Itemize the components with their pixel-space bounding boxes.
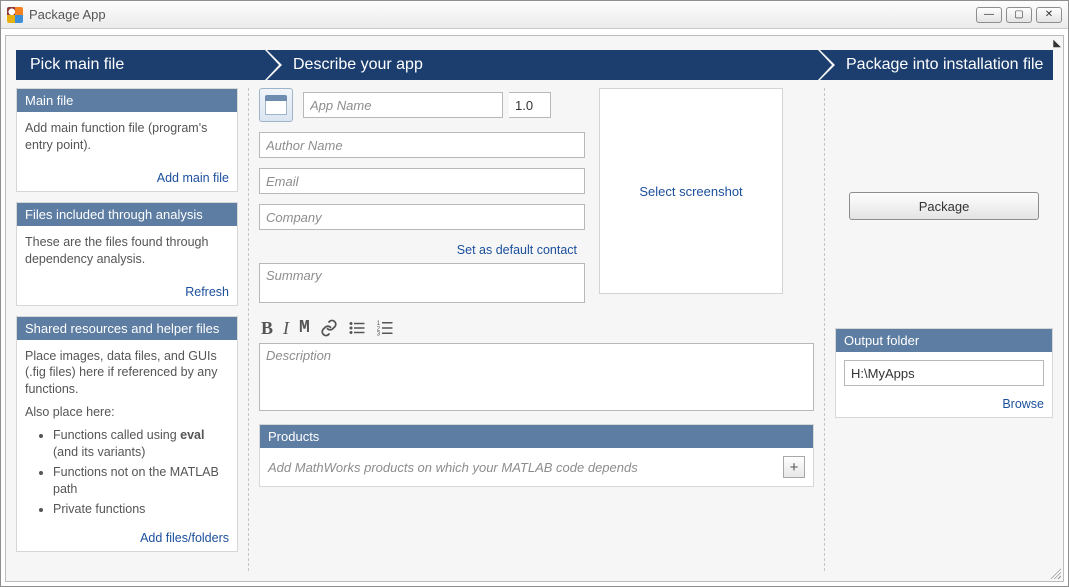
main-file-text: Add main function file (program's entry … — [25, 120, 229, 154]
summary-input[interactable] — [259, 263, 585, 303]
app-area: ◣ Pick main file Describe your app Packa… — [5, 35, 1064, 582]
main-file-body: Add main function file (program's entry … — [17, 112, 237, 168]
window-title: Package App — [29, 7, 976, 22]
shared-li-path: Functions not on the MATLAB path — [53, 464, 229, 498]
main-file-header: Main file — [17, 89, 237, 112]
link-icon[interactable] — [320, 319, 338, 337]
shared-resources-body: Place images, data files, and GUIs (.fig… — [17, 340, 237, 529]
select-screenshot-button[interactable]: Select screenshot — [599, 88, 783, 294]
shared-li-private: Private functions — [53, 501, 229, 518]
titlebar: Package App — ▢ ✕ — [1, 1, 1068, 29]
package-button[interactable]: Package — [849, 192, 1039, 220]
step-package-file: Package into installation file — [818, 50, 1053, 80]
included-files-body: These are the files found through depend… — [17, 226, 237, 282]
columns: Main file Add main function file (progra… — [6, 80, 1063, 581]
select-screenshot-label: Select screenshot — [639, 184, 742, 199]
app-window: Package App — ▢ ✕ ◣ Pick main file Descr… — [0, 0, 1069, 587]
add-product-button[interactable]: + — [783, 456, 805, 478]
column-pick-main-file: Main file Add main function file (progra… — [16, 88, 248, 571]
bold-icon[interactable]: B — [261, 319, 273, 337]
output-folder-input[interactable] — [844, 360, 1044, 386]
add-files-folders-link[interactable]: Add files/folders — [140, 531, 229, 545]
shared-resources-text2: Also place here: — [25, 404, 229, 421]
version-input[interactable] — [509, 92, 551, 118]
svg-text:3: 3 — [377, 332, 381, 338]
resize-grip-icon[interactable] — [1049, 567, 1061, 579]
close-button[interactable]: ✕ — [1036, 7, 1062, 23]
company-input[interactable] — [259, 204, 585, 230]
products-header: Products — [260, 425, 813, 448]
included-files-text: These are the files found through depend… — [25, 234, 229, 268]
shared-resources-panel: Shared resources and helper files Place … — [16, 316, 238, 553]
toolstrip-collapse-icon[interactable]: ◣ — [1053, 38, 1061, 49]
included-files-panel: Files included through analysis These ar… — [16, 202, 238, 306]
included-files-header: Files included through analysis — [17, 203, 237, 226]
refresh-link[interactable]: Refresh — [185, 285, 229, 299]
minimize-button[interactable]: — — [976, 7, 1002, 23]
shared-li-eval: Functions called using eval (and its var… — [53, 427, 229, 461]
describe-fields: Set as default contact — [259, 88, 585, 313]
main-file-panel: Main file Add main function file (progra… — [16, 88, 238, 192]
monospace-icon[interactable]: M — [299, 319, 310, 337]
workflow-steps: Pick main file Describe your app Package… — [16, 50, 1053, 80]
shared-resources-header: Shared resources and helper files — [17, 317, 237, 340]
set-default-contact-link[interactable]: Set as default contact — [457, 243, 577, 257]
package-button-label: Package — [919, 199, 970, 214]
step1-label: Pick main file — [30, 56, 124, 74]
output-folder-panel: Output folder Browse — [835, 328, 1053, 418]
shared-resources-text1: Place images, data files, and GUIs (.fig… — [25, 348, 229, 399]
app-icon-picker[interactable] — [259, 88, 293, 122]
output-folder-header: Output folder — [836, 329, 1052, 352]
description-toolbar: B I M 123 — [259, 313, 814, 343]
maximize-button[interactable]: ▢ — [1006, 7, 1032, 23]
step-describe-app: Describe your app — [265, 50, 818, 80]
products-panel: Products Add MathWorks products on which… — [259, 424, 814, 487]
add-main-file-link[interactable]: Add main file — [157, 171, 229, 185]
italic-icon[interactable]: I — [283, 319, 289, 337]
matlab-logo-icon — [7, 7, 23, 23]
description-input[interactable] — [259, 343, 814, 411]
window-controls: — ▢ ✕ — [976, 7, 1062, 23]
column-package: Package Output folder Browse — [825, 88, 1053, 571]
step-pick-main-file: Pick main file — [16, 50, 265, 80]
step2-label: Describe your app — [293, 56, 423, 74]
step3-label: Package into installation file — [846, 56, 1043, 74]
products-placeholder: Add MathWorks products on which your MAT… — [268, 460, 638, 475]
shared-resources-list: Functions called using eval (and its var… — [25, 427, 229, 517]
column-describe-app: Set as default contact Select screenshot… — [248, 88, 825, 571]
bullet-list-icon[interactable] — [348, 319, 366, 337]
email-input[interactable] — [259, 168, 585, 194]
author-name-input[interactable] — [259, 132, 585, 158]
browse-link[interactable]: Browse — [1002, 397, 1044, 411]
numbered-list-icon[interactable]: 123 — [376, 319, 394, 337]
app-name-input[interactable] — [303, 92, 503, 118]
